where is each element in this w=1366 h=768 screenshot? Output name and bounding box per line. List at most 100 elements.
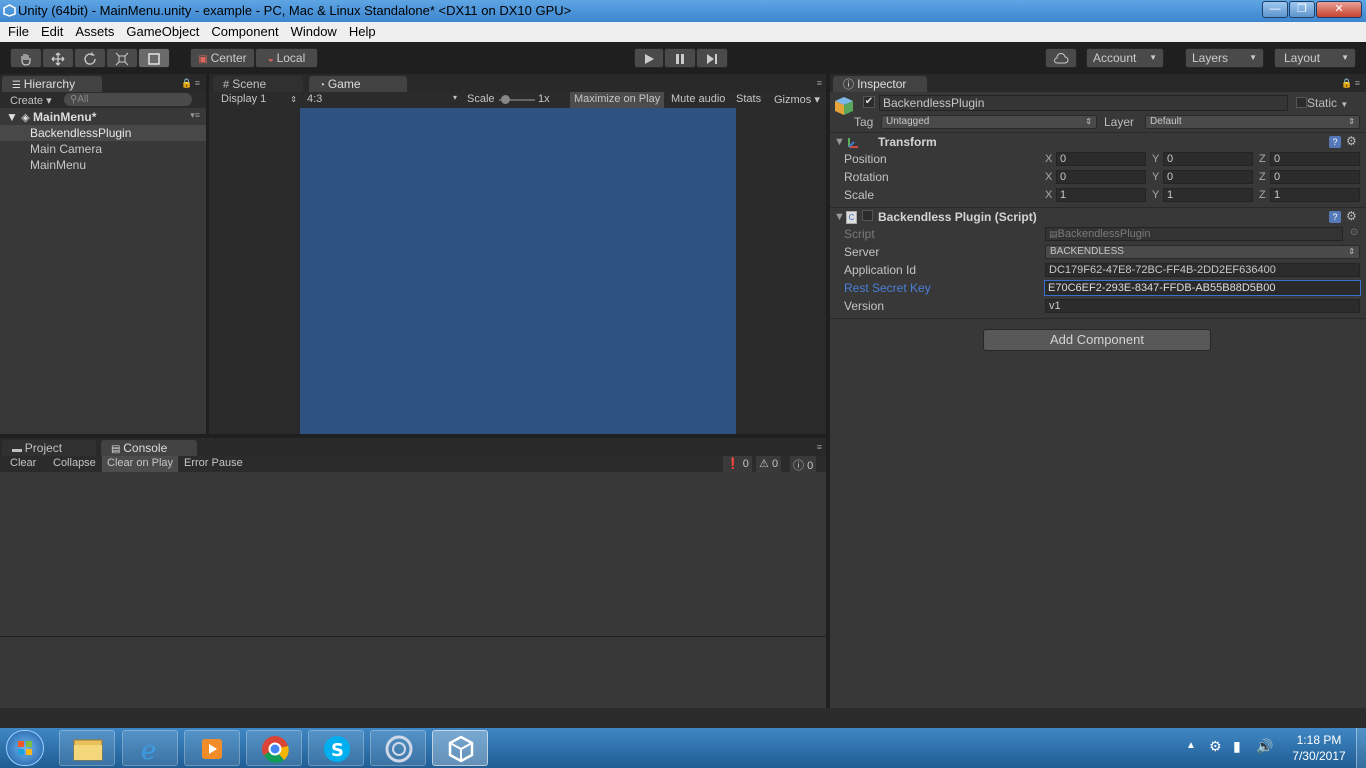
close-button[interactable]: ✕ xyxy=(1316,1,1362,18)
tab-inspector[interactable]: ⓘ Inspector xyxy=(833,76,927,93)
step-button[interactable] xyxy=(696,48,728,68)
panel-menu-icon[interactable]: 🔒 ≡ xyxy=(1341,78,1360,89)
error-pause-toggle[interactable]: Error Pause xyxy=(184,457,243,469)
tab-scene[interactable]: # Scene xyxy=(213,76,303,93)
clear-button[interactable]: Clear xyxy=(10,457,36,469)
position-y-field[interactable]: 0 xyxy=(1163,152,1253,166)
transform-foldout-arrow[interactable]: ▼ xyxy=(834,136,845,148)
menu-file[interactable]: File xyxy=(2,22,35,42)
aspect-dropdown[interactable]: 4:3 ▾ xyxy=(307,93,457,105)
game-canvas[interactable] xyxy=(300,108,736,434)
taskbar-chrome[interactable] xyxy=(246,730,302,766)
gizmos-dropdown[interactable]: Gizmos ▾ xyxy=(774,93,820,106)
mute-audio-toggle[interactable]: Mute audio xyxy=(671,93,725,105)
scale-x-field[interactable]: 1 xyxy=(1056,188,1146,202)
tab-project[interactable]: ▬ Project xyxy=(2,440,96,457)
tab-game[interactable]: ◔ Game xyxy=(309,76,407,93)
menu-edit[interactable]: Edit xyxy=(35,22,69,42)
pivot-center-button[interactable]: ▣ Center xyxy=(190,48,255,68)
help-book-icon[interactable]: ? xyxy=(1329,136,1341,148)
maximize-on-play-toggle[interactable]: Maximize on Play xyxy=(570,92,665,108)
tag-dropdown[interactable]: Untagged ⇕ xyxy=(881,115,1097,129)
taskbar-media-player[interactable] xyxy=(184,730,240,766)
help-book-icon[interactable]: ? xyxy=(1329,211,1341,223)
panel-menu-icon[interactable]: ≡ xyxy=(817,442,822,452)
error-count-toggle[interactable]: ❗ 0 xyxy=(723,456,752,472)
tray-clock[interactable]: 1:18 PM 7/30/2017 xyxy=(1286,733,1352,763)
position-z-field[interactable]: 0 xyxy=(1270,152,1360,166)
gear-icon[interactable]: ⚙ xyxy=(1346,209,1357,223)
add-component-button[interactable]: Add Component xyxy=(983,329,1211,351)
tab-hierarchy[interactable]: ☰ Hierarchy xyxy=(2,76,102,93)
panel-menu-icon[interactable]: 🔒 ≡ xyxy=(181,78,200,89)
pivot-local-button[interactable]: ◒ Local xyxy=(255,48,318,68)
hierarchy-item-backendlessplugin[interactable]: BackendlessPlugin xyxy=(30,126,131,140)
menu-component[interactable]: Component xyxy=(205,22,284,42)
tray-expand-icon[interactable]: ▲ xyxy=(1186,740,1196,751)
console-detail-area[interactable] xyxy=(0,637,826,707)
script-foldout-arrow[interactable]: ▼ xyxy=(834,211,845,223)
account-dropdown[interactable]: Account ▼ xyxy=(1086,48,1164,68)
maximize-button[interactable]: ❐ xyxy=(1289,1,1315,18)
hierarchy-item-mainmenu[interactable]: MainMenu xyxy=(30,158,86,172)
taskbar-skype[interactable]: S xyxy=(308,730,364,766)
layers-dropdown[interactable]: Layers ▼ xyxy=(1185,48,1264,68)
version-field[interactable]: v1 xyxy=(1045,299,1360,313)
hand-tool-button[interactable] xyxy=(10,48,42,68)
static-checkbox[interactable] xyxy=(1296,97,1307,108)
scale-slider[interactable] xyxy=(499,95,535,104)
object-picker-icon[interactable]: ⊙ xyxy=(1350,227,1358,238)
volume-tray-icon[interactable]: 🔊 xyxy=(1256,738,1273,755)
object-name-field[interactable]: BackendlessPlugin xyxy=(879,95,1288,111)
taskbar-app[interactable] xyxy=(370,730,426,766)
static-toggle[interactable]: Static ▼ xyxy=(1296,96,1348,110)
rotation-z-field[interactable]: 0 xyxy=(1270,170,1360,184)
collab-cloud-button[interactable] xyxy=(1045,48,1077,68)
taskbar-unity[interactable] xyxy=(432,730,488,766)
play-button[interactable] xyxy=(634,48,664,68)
layer-dropdown[interactable]: Default ⇕ xyxy=(1145,115,1360,129)
stats-toggle[interactable]: Stats xyxy=(736,93,761,105)
power-tray-icon[interactable]: ▮ xyxy=(1233,738,1241,755)
scale-y-field[interactable]: 1 xyxy=(1163,188,1253,202)
show-desktop-button[interactable] xyxy=(1356,728,1366,768)
menu-help[interactable]: Help xyxy=(343,22,382,42)
hierarchy-search-input[interactable]: ⚲All xyxy=(64,93,192,106)
scene-menu-icon[interactable]: ▾≡ xyxy=(190,110,200,121)
server-dropdown[interactable]: BACKENDLESS ⇕ xyxy=(1045,245,1360,259)
gear-icon[interactable]: ⚙ xyxy=(1346,134,1357,148)
rotate-tool-button[interactable] xyxy=(74,48,106,68)
rect-tool-button[interactable] xyxy=(138,48,170,68)
move-tool-button[interactable] xyxy=(42,48,74,68)
menu-window[interactable]: Window xyxy=(285,22,343,42)
component-enabled-checkbox[interactable] xyxy=(862,210,873,221)
log-count-toggle[interactable]: ⓘ 0 xyxy=(790,456,817,472)
display-dropdown[interactable]: Display 1 ⇕ xyxy=(221,93,297,105)
taskbar-internet-explorer[interactable]: e xyxy=(122,730,178,766)
create-dropdown[interactable]: Create ▾ xyxy=(10,94,52,107)
minimize-button[interactable]: — xyxy=(1262,1,1288,18)
collapse-toggle[interactable]: Collapse xyxy=(53,457,96,469)
rotation-y-field[interactable]: 0 xyxy=(1163,170,1253,184)
scale-z-field[interactable]: 1 xyxy=(1270,188,1360,202)
tab-console[interactable]: ▤ Console xyxy=(101,440,197,457)
slider-thumb[interactable] xyxy=(501,95,510,104)
active-checkbox[interactable]: ✔ xyxy=(863,96,875,108)
menu-gameobject[interactable]: GameObject xyxy=(120,22,205,42)
secret-key-field[interactable]: E70C6EF2-293E-8347-FFDB-AB55B88D5B00 xyxy=(1044,280,1361,296)
layout-dropdown[interactable]: Layout ▼ xyxy=(1274,48,1356,68)
start-button[interactable] xyxy=(6,730,44,766)
position-x-field[interactable]: 0 xyxy=(1056,152,1146,166)
menu-assets[interactable]: Assets xyxy=(69,22,120,42)
taskbar-explorer[interactable] xyxy=(59,730,115,766)
console-log-area[interactable] xyxy=(0,472,826,636)
warning-count-toggle[interactable]: ⚠ 0 xyxy=(756,456,782,472)
scene-root[interactable]: ▼ ◈ MainMenu* xyxy=(6,110,96,124)
network-tray-icon[interactable]: ⚙ xyxy=(1209,738,1222,755)
app-id-field[interactable]: DC179F62-47E8-72BC-FF4B-2DD2EF636400 xyxy=(1045,263,1360,277)
hierarchy-item-main-camera[interactable]: Main Camera xyxy=(30,142,102,156)
scale-tool-button[interactable] xyxy=(106,48,138,68)
panel-menu-icon[interactable]: ≡ xyxy=(817,78,822,88)
rotation-x-field[interactable]: 0 xyxy=(1056,170,1146,184)
clear-on-play-toggle[interactable]: Clear on Play xyxy=(102,456,179,472)
